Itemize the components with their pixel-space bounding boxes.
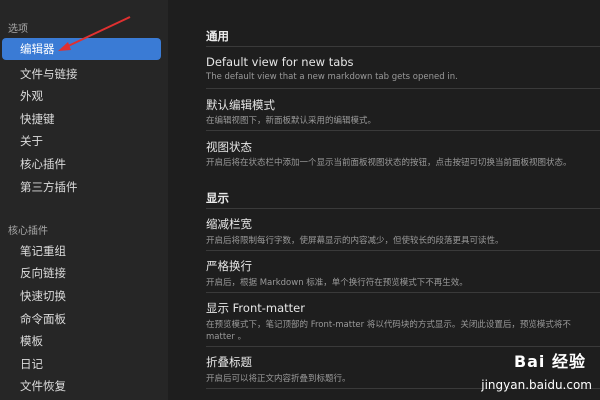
sidebar-section-options: 选项 [8,24,28,35]
sidebar-item-quick-switcher[interactable]: 快速切换 [20,288,66,304]
setting-desc-view-state: 开启后将在状态栏中添加一个显示当前面板视图状态的按钮，点击按钮可切换当前面板视图… [206,158,572,168]
settings-window: 选项 编辑器 文件与链接 外观 快捷键 关于 核心插件 第三方插件 核心插件 笔… [0,0,600,400]
setting-title-fold-heading: 折叠标题 [206,355,252,369]
divider [206,208,600,209]
divider [206,46,600,47]
setting-desc-show-frontmatter: 在预览模式下，笔记顶部的 Front-matter 将以代码块的方式显示。关闭此… [206,320,571,330]
setting-title-show-frontmatter: 显示 Front-matter [206,301,305,315]
setting-title-strict-line-breaks: 严格换行 [206,259,252,273]
baidu-watermark: Bai 经验 jingyan.baidu.com [445,340,600,400]
sidebar-section-core-plugins: 核心插件 [8,226,48,237]
divider [206,130,600,131]
sidebar-item-editor[interactable]: 编辑器 [2,38,161,60]
sidebar-item-note-composer[interactable]: 笔记重组 [20,243,66,259]
sidebar-item-hotkeys[interactable]: 快捷键 [20,111,55,127]
setting-desc-show-frontmatter-cont: matter 。 [206,332,247,342]
sidebar-item-community-plugins[interactable]: 第三方插件 [20,179,78,195]
sidebar-item-core-plugins[interactable]: 核心插件 [20,156,66,172]
baidu-logo: Bai 经验 [513,352,586,371]
sidebar-item-appearance[interactable]: 外观 [20,88,43,104]
group-heading-general: 通用 [206,29,229,43]
settings-sidebar: 选项 编辑器 文件与链接 外观 快捷键 关于 核心插件 第三方插件 核心插件 笔… [0,0,168,400]
sidebar-item-about[interactable]: 关于 [20,133,43,149]
sidebar-item-file-recovery[interactable]: 文件恢复 [20,378,66,394]
group-heading-display: 显示 [206,191,229,205]
divider [206,88,600,89]
settings-content: 通用 Default view for new tabs The default… [168,0,600,400]
setting-title-default-view: Default view for new tabs [206,55,354,69]
setting-title-view-state: 视图状态 [206,140,252,154]
setting-desc-default-view: The default view that a new markdown tab… [206,72,458,82]
sidebar-item-daily-notes[interactable]: 日记 [20,356,43,372]
sidebar-item-files-links[interactable]: 文件与链接 [20,66,78,82]
sidebar-item-command-palette[interactable]: 命令面板 [20,311,66,327]
sidebar-item-templates[interactable]: 模板 [20,333,43,349]
setting-desc-readable-line-length: 开启后将限制每行字数，使屏幕显示的内容减少，但使较长的段落更具可读性。 [206,236,504,246]
baidu-url: jingyan.baidu.com [481,378,592,392]
divider [206,250,600,251]
sidebar-item-backlinks[interactable]: 反向链接 [20,265,66,281]
setting-desc-fold-heading: 开启后可以将正文内容折叠到标题行。 [206,374,351,384]
divider [206,292,600,293]
setting-title-default-edit-mode: 默认编辑模式 [206,98,275,112]
setting-title-readable-line-length: 缩减栏宽 [206,217,252,231]
setting-desc-strict-line-breaks: 开启后，根据 Markdown 标准，单个换行符在预览模式下不再生效。 [206,278,468,288]
setting-desc-default-edit-mode: 在编辑视图下，新面板默认采用的编辑模式。 [206,116,377,126]
